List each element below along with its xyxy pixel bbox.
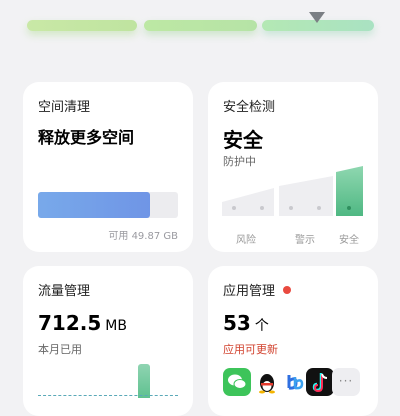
app-count-number: 53 <box>223 311 251 335</box>
pointer-down-icon <box>309 12 325 23</box>
qq-icon[interactable] <box>253 368 281 396</box>
storage-cleanup-card[interactable]: 空间清理 释放更多空间 可用 49.87 GB <box>23 82 193 252</box>
available-space-label: 可用 49.87 GB <box>108 231 178 242</box>
card-headline: 释放更多空间 <box>38 128 135 147</box>
apps-update-subtitle: 应用可更新 <box>223 343 278 356</box>
risk-level-icon <box>222 188 274 216</box>
app-count: 53 个 <box>223 311 269 335</box>
warning-level-icon <box>279 176 333 216</box>
level-label-risk: 风险 <box>236 235 256 246</box>
storage-usage-fill <box>38 192 150 218</box>
traffic-value: 712.5 MB <box>38 311 127 335</box>
app-count-unit: 个 <box>254 318 269 334</box>
daily-usage-bar <box>138 364 150 398</box>
wechat-icon[interactable] <box>223 368 251 396</box>
traffic-unit: MB <box>105 318 127 334</box>
storage-usage-bar <box>38 192 178 218</box>
level-label-warning: 警示 <box>295 235 315 246</box>
traffic-subtitle: 本月已用 <box>38 343 82 356</box>
top-progress-bar <box>0 0 400 60</box>
traffic-management-card[interactable]: 流量管理 712.5 MB 本月已用 <box>23 266 193 416</box>
card-title: 应用管理 <box>223 280 292 299</box>
security-check-card[interactable]: 安全检测 安全 防护中 风险 警示 安全 <box>208 82 378 252</box>
security-subtitle: 防护中 <box>223 155 256 168</box>
notification-dot-icon <box>283 286 292 294</box>
card-title: 流量管理 <box>38 284 91 299</box>
traffic-number: 712.5 <box>38 311 102 335</box>
usage-limit-line <box>38 395 178 396</box>
more-icon[interactable]: ··· <box>332 368 360 396</box>
card-title-text: 应用管理 <box>223 284 276 299</box>
progress-segment-1 <box>27 20 137 31</box>
tiktok-icon[interactable] <box>306 368 334 396</box>
card-title: 安全检测 <box>223 100 276 115</box>
security-status: 安全 <box>223 128 263 152</box>
progress-segment-2 <box>144 20 257 31</box>
app-management-card[interactable]: 应用管理 53 个 应用可更新 ··· <box>208 266 378 416</box>
safe-level-icon <box>336 166 363 216</box>
level-label-safe: 安全 <box>339 235 359 246</box>
card-title: 空间清理 <box>38 100 91 115</box>
